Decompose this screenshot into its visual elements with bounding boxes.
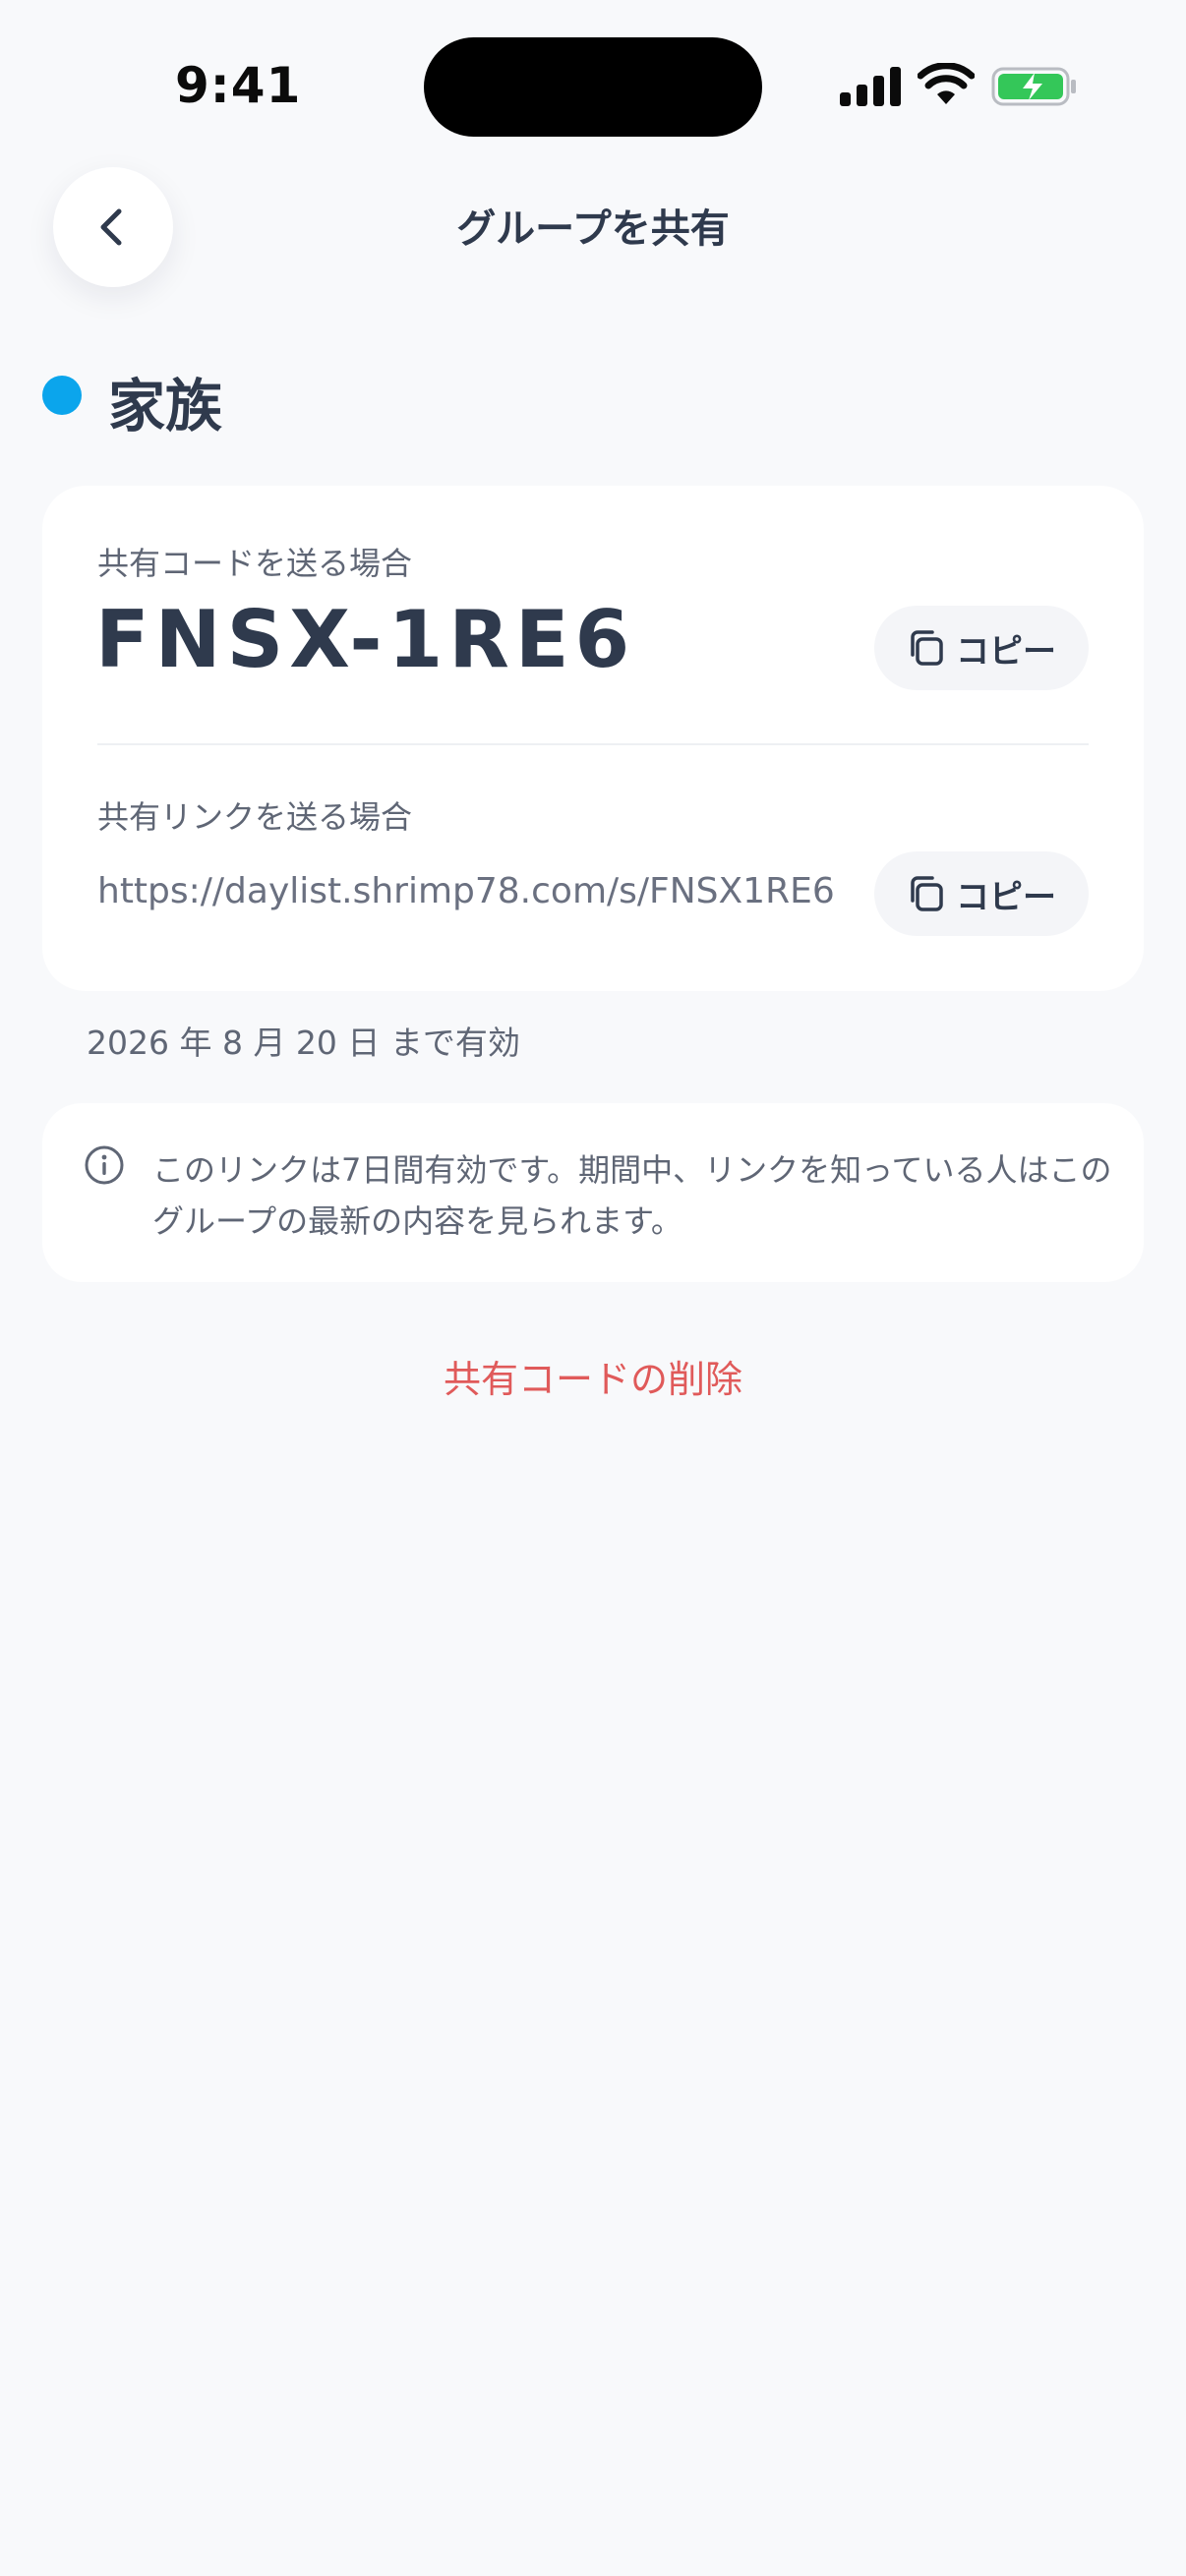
expiry-text: 2026 年 8 月 20 日 まで有効 (87, 1024, 520, 1062)
status-time: 9:41 (175, 57, 302, 114)
wifi-icon (918, 63, 975, 104)
cellular-signal-icon (840, 67, 901, 106)
battery-charging-icon (991, 67, 1076, 106)
info-text: このリンクは7日間有効です。期間中、リンクを知っている人はこのグループの最新の内… (152, 1151, 1112, 1240)
copy-icon (911, 876, 943, 911)
dynamic-island (424, 37, 762, 137)
copy-link-label: コピー (956, 877, 1056, 917)
share-code-label: 共有コードを送る場合 (97, 545, 413, 582)
share-code: FNSX-1RE6 (95, 594, 636, 685)
copy-code-label: コピー (956, 631, 1056, 672)
copy-icon (911, 630, 943, 666)
share-card: 共有コードを送る場合 FNSX-1RE6 コピー 共有リンクを送る場合 http… (42, 486, 1144, 991)
group-color-dot (42, 376, 82, 415)
info-box: このリンクは7日間有効です。期間中、リンクを知っている人はこのグループの最新の内… (42, 1103, 1144, 1282)
page-title: グループを共有 (456, 206, 730, 252)
copy-link-button[interactable]: コピー (874, 851, 1089, 936)
share-link-label: 共有リンクを送る場合 (97, 798, 413, 836)
card-divider (97, 743, 1089, 745)
share-link: https://daylist.shrimp78.com/s/FNSX1RE6 (97, 871, 835, 911)
copy-code-button[interactable]: コピー (874, 606, 1089, 690)
info-icon (85, 1145, 124, 1185)
status-bar: 9:41 (0, 0, 1186, 147)
group-name: 家族 (108, 373, 223, 439)
delete-share-code-button[interactable]: 共有コードの削除 (0, 1349, 1186, 1403)
